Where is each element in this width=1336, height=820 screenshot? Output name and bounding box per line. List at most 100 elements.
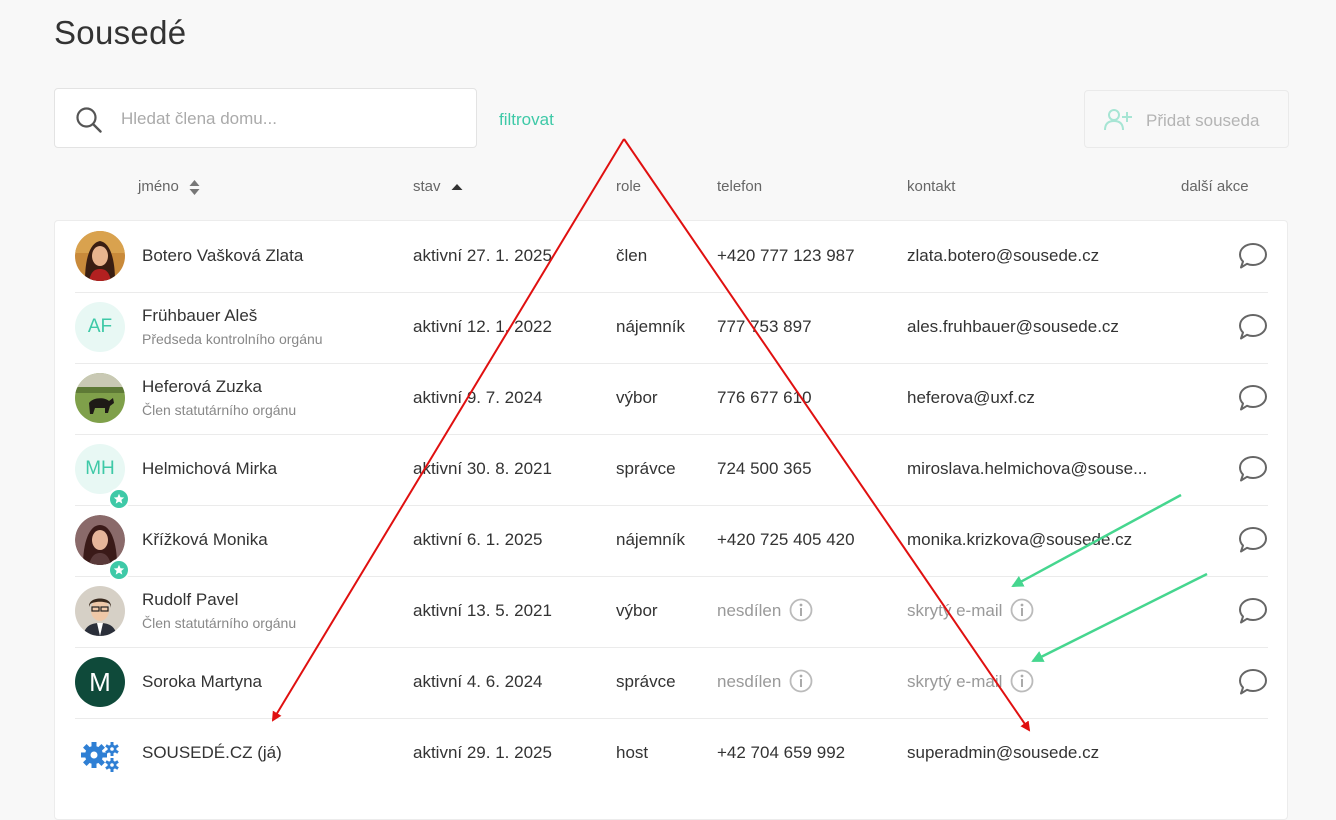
member-phone-text: nesdílen — [717, 601, 782, 620]
member-phone: nesdílen — [717, 598, 813, 622]
user-photo-icon — [75, 586, 125, 636]
table-row[interactable]: Heferová Zuzka Člen statutárního orgánu … — [75, 363, 1268, 435]
member-phone-text: nesdílen — [717, 672, 782, 691]
avatar: M — [75, 657, 125, 707]
member-status: aktivní 4. 6. 2024 — [413, 672, 543, 691]
avatar-initials: MH — [85, 458, 115, 479]
column-header-phone: telefon — [717, 178, 763, 195]
member-contact: heferova@uxf.cz — [907, 388, 1035, 407]
member-name: Soroka Martyna — [142, 672, 262, 691]
avatar: AF — [75, 302, 125, 352]
chat-icon[interactable] — [1238, 384, 1268, 412]
member-role: host — [616, 743, 649, 762]
member-name: Heferová Zuzka — [142, 377, 262, 396]
column-header-contact: kontakt — [907, 178, 956, 195]
avatar: MH — [75, 444, 130, 510]
table-row[interactable]: SOUSEDÉ.CZ (já) aktivní 29. 1. 2025 host… — [75, 718, 1268, 789]
member-status: aktivní 27. 1. 2025 — [413, 246, 552, 265]
member-role: výbor — [616, 388, 658, 407]
member-role: nájemník — [616, 530, 685, 549]
member-status: aktivní 30. 8. 2021 — [413, 459, 552, 478]
sort-asc-icon — [451, 184, 463, 191]
info-icon[interactable] — [789, 669, 813, 693]
add-user-icon — [1104, 109, 1132, 131]
member-subtitle: Člen statutárního orgánu — [142, 402, 297, 418]
table-row[interactable]: MH Helmichová Mirka aktivní 30. 8. 2021 … — [75, 434, 1268, 510]
member-phone: 776 677 610 — [717, 388, 812, 407]
avatar — [75, 728, 125, 778]
info-icon[interactable] — [1010, 598, 1034, 622]
avatar — [75, 586, 125, 636]
page-title: Sousedé — [54, 14, 187, 51]
search-input[interactable] — [119, 103, 463, 135]
chat-icon[interactable] — [1238, 668, 1268, 696]
member-name: Frühbauer Aleš — [142, 306, 258, 325]
member-phone: +420 725 405 420 — [717, 530, 855, 549]
member-name: Křížková Monika — [142, 530, 268, 549]
table-row[interactable]: Botero Vašková Zlata aktivní 27. 1. 2025… — [75, 221, 1268, 293]
member-name: Botero Vašková Zlata — [142, 246, 304, 265]
avatar — [75, 231, 125, 281]
member-phone: 724 500 365 — [717, 459, 812, 478]
member-contact: skrytý e-mail — [907, 598, 1034, 622]
info-icon[interactable] — [1010, 669, 1034, 693]
member-status: aktivní 9. 7. 2024 — [413, 388, 543, 407]
member-name: Rudolf Pavel — [142, 590, 239, 609]
sort-both-icon — [189, 179, 200, 195]
table-row[interactable]: AF Frühbauer Aleš Předseda kontrolního o… — [75, 292, 1268, 364]
user-photo-icon — [75, 231, 125, 281]
search-box[interactable] — [54, 88, 477, 148]
member-contact: miroslava.helmichova@souse... — [907, 459, 1148, 478]
member-phone: 777 753 897 — [717, 317, 812, 336]
member-phone: +420 777 123 987 — [717, 246, 855, 265]
member-phone: +42 704 659 992 — [717, 743, 846, 762]
member-status: aktivní 12. 1. 2022 — [413, 317, 552, 336]
add-neighbor-button[interactable]: Přidat souseda — [1084, 90, 1289, 148]
member-role: člen — [616, 246, 648, 265]
member-contact: ales.fruhbauer@sousede.cz — [907, 317, 1119, 336]
member-contact-text: skrytý e-mail — [907, 672, 1003, 691]
member-name: Helmichová Mirka — [142, 459, 278, 478]
member-role: výbor — [616, 601, 658, 620]
member-contact: superadmin@sousede.cz — [907, 743, 1100, 762]
star-icon — [113, 493, 125, 504]
user-photo-icon — [75, 515, 125, 565]
column-header-role: role — [616, 178, 642, 195]
star-icon — [113, 564, 125, 575]
member-contact: skrytý e-mail — [907, 669, 1034, 693]
member-role: nájemník — [616, 317, 685, 336]
member-role: správce — [616, 459, 676, 478]
avatar — [75, 515, 130, 581]
info-icon[interactable] — [789, 598, 813, 622]
member-role: správce — [616, 672, 676, 691]
filter-link[interactable]: filtrovat — [499, 110, 554, 130]
table-row[interactable]: Rudolf Pavel Člen statutárního orgánu ak… — [75, 576, 1268, 648]
member-subtitle: Člen statutárního orgánu — [142, 615, 297, 631]
member-phone: nesdílen — [717, 669, 813, 693]
chat-icon[interactable] — [1238, 597, 1268, 625]
gears-icon — [81, 742, 119, 772]
table-row[interactable]: Křížková Monika aktivní 6. 1. 2025 nájem… — [75, 505, 1268, 581]
search-icon — [76, 107, 102, 133]
column-header-status[interactable]: stav — [413, 178, 463, 195]
chat-icon[interactable] — [1238, 242, 1268, 270]
column-header-actions: další akce — [1181, 178, 1249, 195]
chat-icon[interactable] — [1238, 455, 1268, 483]
member-contact-text: skrytý e-mail — [907, 601, 1003, 620]
dog-photo-icon — [75, 373, 125, 423]
add-neighbor-label: Přidat souseda — [1146, 111, 1260, 130]
chat-icon[interactable] — [1238, 526, 1268, 554]
column-header-status-label: stav — [413, 178, 441, 195]
member-contact: zlata.botero@sousede.cz — [907, 246, 1100, 265]
column-header-name[interactable]: jméno — [138, 178, 200, 196]
member-status: aktivní 6. 1. 2025 — [413, 530, 543, 549]
avatar — [75, 373, 125, 423]
column-header-name-label: jméno — [138, 178, 179, 195]
table-row[interactable]: M Soroka Martyna aktivní 4. 6. 2024 sprá… — [75, 647, 1268, 719]
member-contact: monika.krizkova@sousede.cz — [907, 530, 1133, 549]
member-name: SOUSEDÉ.CZ (já) — [142, 743, 282, 762]
member-status: aktivní 13. 5. 2021 — [413, 601, 552, 620]
member-status: aktivní 29. 1. 2025 — [413, 743, 552, 762]
member-subtitle: Předseda kontrolního orgánu — [142, 331, 323, 347]
chat-icon[interactable] — [1238, 313, 1268, 341]
